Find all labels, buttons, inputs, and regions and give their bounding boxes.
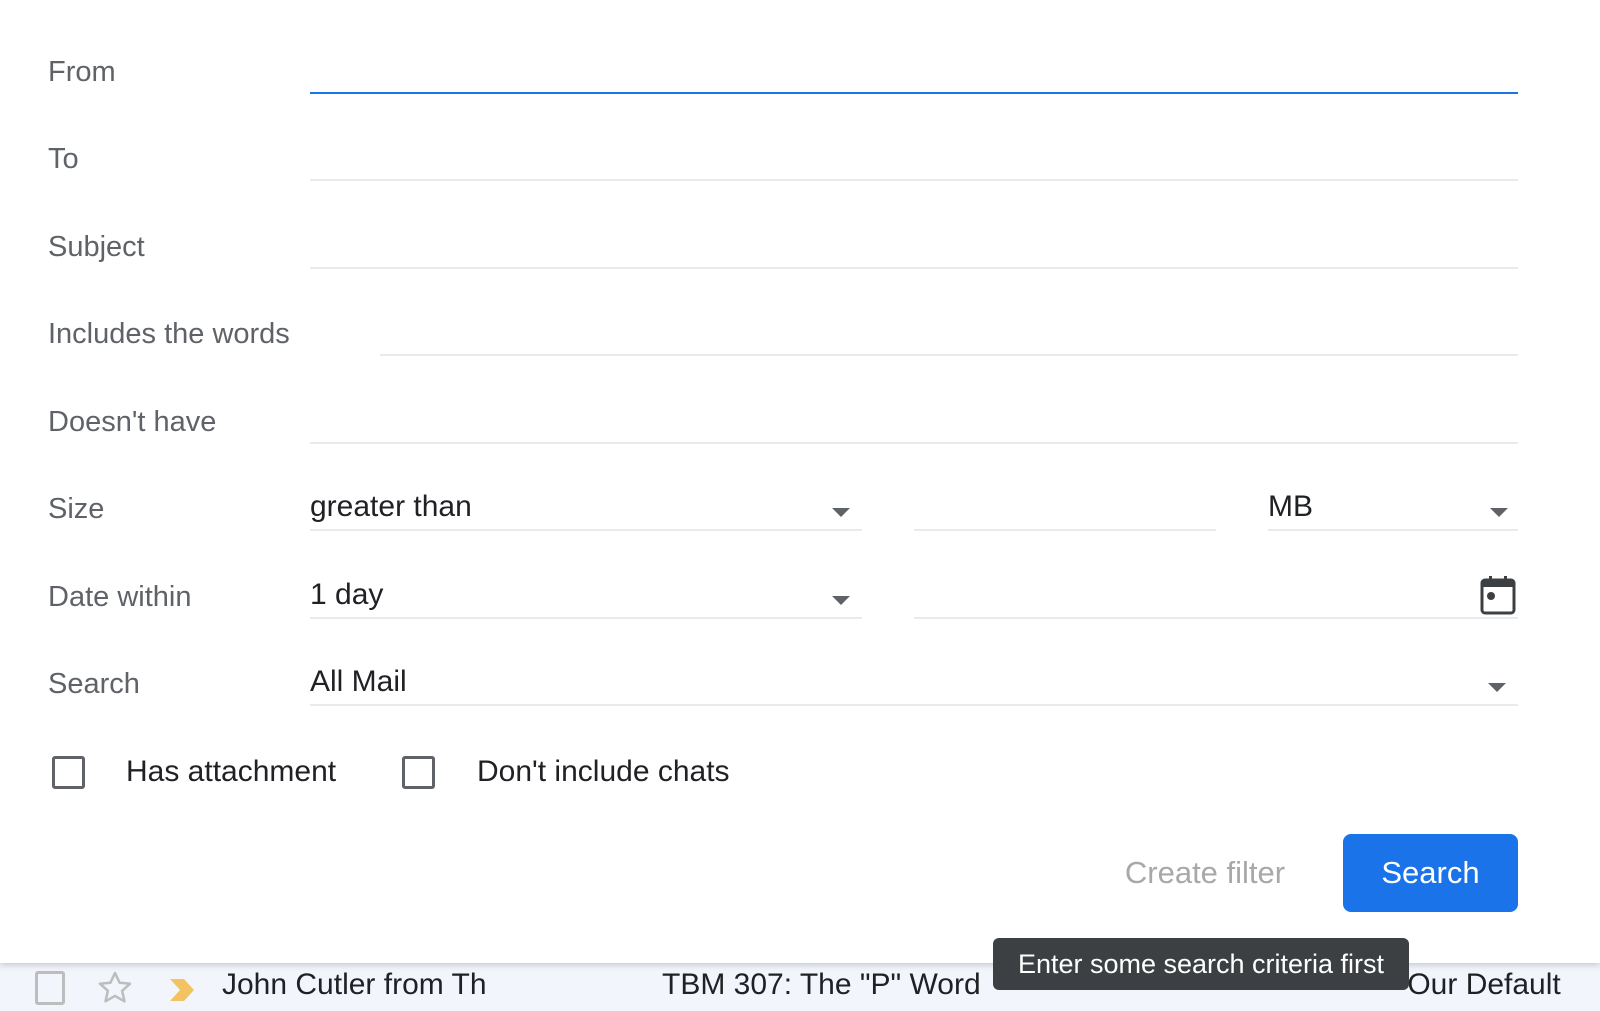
from-input[interactable] — [310, 50, 1518, 92]
important-marker-icon[interactable] — [168, 975, 198, 1005]
size-row: Size greater than MB — [0, 479, 1600, 539]
includes-words-row: Includes the words — [0, 304, 1600, 364]
search-in-select[interactable]: All Mail — [310, 662, 1518, 706]
search-button[interactable]: Search — [1343, 834, 1518, 912]
chevron-down-icon — [1490, 508, 1508, 517]
star-icon[interactable] — [96, 969, 134, 1007]
calendar-icon[interactable] — [1480, 575, 1516, 615]
date-range-value: 1 day — [310, 578, 384, 611]
email-subject-tail: Our Default — [1407, 968, 1561, 1001]
chevron-down-icon — [832, 596, 850, 605]
search-in-label: Search — [48, 668, 140, 700]
has-attachment-label[interactable]: Has attachment — [126, 732, 336, 812]
subject-row: Subject — [0, 217, 1600, 277]
create-filter-button[interactable]: Create filter — [1100, 834, 1310, 912]
date-within-label: Date within — [48, 581, 192, 613]
size-unit-value: MB — [1268, 490, 1313, 523]
includes-words-field[interactable] — [380, 312, 1518, 356]
doesnt-have-label: Doesn't have — [48, 406, 217, 438]
size-label: Size — [48, 493, 105, 525]
subject-label: Subject — [48, 231, 145, 263]
dont-include-chats-checkbox[interactable] — [402, 756, 435, 789]
chevron-down-icon — [832, 508, 850, 517]
has-attachment-checkbox[interactable] — [52, 756, 85, 789]
chevron-down-icon — [1488, 683, 1506, 692]
date-input[interactable] — [914, 575, 1454, 617]
doesnt-have-input[interactable] — [310, 400, 1518, 442]
from-field[interactable] — [310, 50, 1518, 94]
size-unit-select[interactable]: MB — [1268, 487, 1518, 531]
date-within-row: Date within 1 day — [0, 567, 1600, 627]
to-row: To — [0, 129, 1600, 189]
to-field[interactable] — [310, 137, 1518, 181]
search-in-value: All Mail — [310, 665, 407, 698]
size-operator-select[interactable]: greater than — [310, 487, 862, 531]
subject-input[interactable] — [310, 225, 1518, 267]
row-select-checkbox[interactable] — [35, 971, 65, 1005]
tooltip: Enter some search criteria first — [993, 938, 1409, 990]
size-value-input[interactable] — [914, 487, 1216, 529]
to-input[interactable] — [310, 137, 1518, 179]
from-row: From — [0, 42, 1600, 102]
dont-include-chats-label[interactable]: Don't include chats — [477, 732, 730, 812]
includes-words-input[interactable] — [380, 312, 1518, 354]
email-subject-text: TBM 307: The "P" Word — [662, 968, 981, 1001]
to-label: To — [48, 143, 79, 175]
size-value-field[interactable] — [914, 487, 1216, 531]
doesnt-have-row: Doesn't have — [0, 392, 1600, 452]
size-operator-value: greater than — [310, 490, 472, 523]
from-label: From — [48, 56, 116, 88]
email-sender: John Cutler from Th — [222, 968, 487, 1001]
checkbox-row: Has attachment Don't include chats — [0, 732, 1600, 812]
date-field[interactable] — [914, 575, 1518, 619]
advanced-search-panel: From To Subject Includes the words Doesn… — [0, 0, 1600, 963]
search-in-row: Search All Mail — [0, 654, 1600, 714]
doesnt-have-field[interactable] — [310, 400, 1518, 444]
includes-words-label: Includes the words — [48, 318, 290, 350]
subject-field[interactable] — [310, 225, 1518, 269]
date-range-select[interactable]: 1 day — [310, 575, 862, 619]
